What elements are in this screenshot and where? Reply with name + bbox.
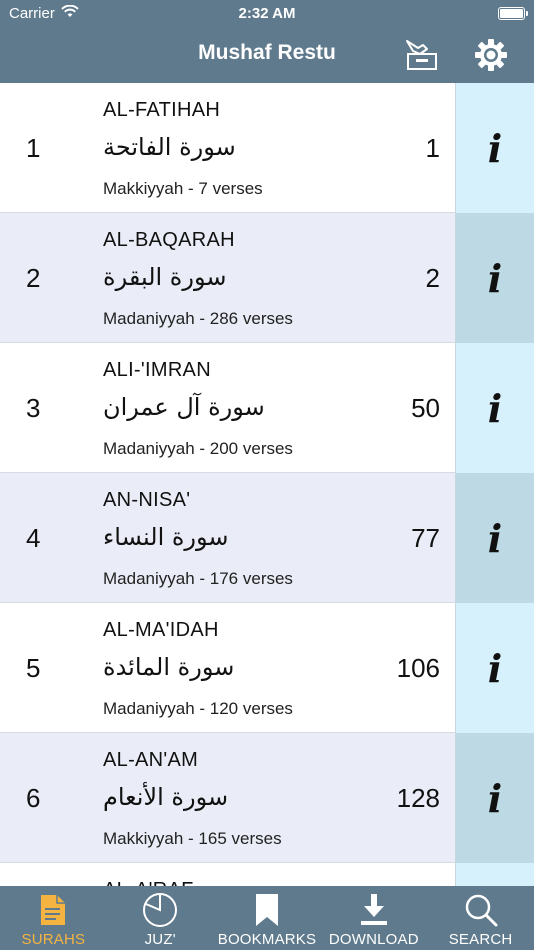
surah-info-button[interactable]: i xyxy=(455,603,534,733)
battery-icon xyxy=(498,7,528,20)
surah-info-button[interactable]: i xyxy=(455,733,534,863)
surah-revelation-info: Madaniyyah - 120 verses xyxy=(103,699,293,718)
page-title: Mushaf Restu xyxy=(198,41,336,64)
surah-row[interactable]: 1 AL-FATIHAH سورة الفاتحة Makkiyyah - 7 ver… xyxy=(0,83,534,213)
surah-arabic-name: سورة الأنعام xyxy=(103,783,229,811)
tab-label: SURAHS xyxy=(21,931,86,948)
donate-icon[interactable] xyxy=(402,36,440,74)
surah-revelation-info: Makkiyyah - 165 verses xyxy=(103,829,282,848)
surah-page-number: 77 xyxy=(411,523,440,553)
surah-row[interactable]: 7AL-A'RAFi xyxy=(0,863,534,886)
gear-icon[interactable] xyxy=(472,36,510,74)
tab-surahs[interactable]: SURAHS xyxy=(0,886,107,950)
info-icon: i xyxy=(487,385,503,431)
surah-number: 3 xyxy=(26,393,41,423)
tab-download[interactable]: DOWNLOAD xyxy=(320,886,427,950)
surah-number: 4 xyxy=(26,523,41,553)
surah-revelation-info: Madaniyyah - 176 verses xyxy=(103,569,293,588)
status-bar: Carrier 2:32 AM xyxy=(0,0,534,28)
surah-list[interactable]: 1 AL-FATIHAH سورة الفاتحة Makkiyyah - 7 ver… xyxy=(0,83,534,886)
surah-page-number: 50 xyxy=(411,393,440,423)
surah-page-number: 128 xyxy=(396,783,440,813)
surah-page-number: 2 xyxy=(425,263,440,293)
surah-name: AL-MA'IDAH xyxy=(103,619,219,641)
surah-name: AN-NISA' xyxy=(103,489,191,511)
tab-bar: SURAHS JUZ' BOOKMARKS DOWNLOAD SEARCH xyxy=(0,886,534,950)
info-icon: i xyxy=(487,255,503,301)
surah-info-button[interactable]: i xyxy=(455,473,534,603)
surah-page-number: 1 xyxy=(425,133,440,163)
info-icon: i xyxy=(487,645,503,691)
tab-bookmarks[interactable]: BOOKMARKS xyxy=(214,886,321,950)
tab-juz[interactable]: JUZ' xyxy=(107,886,214,950)
surah-info-button[interactable]: i xyxy=(455,343,534,473)
info-icon: i xyxy=(487,515,503,561)
surah-number: 5 xyxy=(26,653,41,683)
surah-number: 1 xyxy=(26,133,41,163)
surah-arabic-name: سورة البقرة xyxy=(103,263,227,291)
surah-revelation-info: Makkiyyah - 7 verses xyxy=(103,179,263,198)
surah-arabic-name: سورة الفاتحة xyxy=(103,133,236,161)
tab-label: BOOKMARKS xyxy=(217,931,317,948)
document-icon xyxy=(33,891,73,929)
surah-revelation-info: Madaniyyah - 200 verses xyxy=(103,439,293,458)
tab-label: SEARCH xyxy=(448,931,513,948)
surah-row[interactable]: 3 ALI-'IMRAN سورة آل عمران Madaniyyah - 200… xyxy=(0,343,534,473)
surah-info-button[interactable]: i xyxy=(455,213,534,343)
status-time: 2:32 AM xyxy=(238,5,296,22)
download-icon xyxy=(354,891,394,929)
top-bar: Carrier 2:32 AM Mushaf Restu xyxy=(0,0,534,83)
surah-arabic-name: سورة النساء xyxy=(103,523,229,551)
surah-arabic-name: سورة المائدة xyxy=(103,653,235,681)
surah-revelation-info: Madaniyyah - 286 verses xyxy=(103,309,293,328)
surah-arabic-name: سورة آل عمران xyxy=(103,393,265,421)
tab-label: DOWNLOAD xyxy=(328,931,419,948)
surah-row[interactable]: 4 AN-NISA' سورة النساء Madaniyyah - 176 ver… xyxy=(0,473,534,603)
info-icon: i xyxy=(487,775,503,821)
surah-page-number: 106 xyxy=(396,653,440,683)
surah-name: AL-BAQARAH xyxy=(103,229,235,251)
surah-number: 6 xyxy=(26,783,41,813)
surah-row[interactable]: 6 AL-AN'AM سورة الأنعام Makkiyyah - 165 ver… xyxy=(0,733,534,863)
surah-name: AL-FATIHAH xyxy=(103,99,221,121)
surah-info-button[interactable]: i xyxy=(455,863,534,886)
tab-label: JUZ' xyxy=(144,931,176,948)
surah-row[interactable]: 5 AL-MA'IDAH سورة المائدة Madaniyyah - 120 … xyxy=(0,603,534,733)
bookmark-icon xyxy=(247,891,287,929)
surah-number: 2 xyxy=(26,263,41,293)
surah-info-button[interactable]: i xyxy=(455,83,534,213)
search-icon xyxy=(461,891,501,929)
tab-search[interactable]: SEARCH xyxy=(427,886,534,950)
surah-row[interactable]: 2 AL-BAQARAH سورة البقرة Madaniyyah - 286 v… xyxy=(0,213,534,343)
surah-name: ALI-'IMRAN xyxy=(103,359,211,381)
surah-name: AL-AN'AM xyxy=(103,749,199,771)
pie-icon xyxy=(140,891,180,929)
info-icon: i xyxy=(487,125,503,171)
surah-name: AL-A'RAF xyxy=(103,879,194,886)
